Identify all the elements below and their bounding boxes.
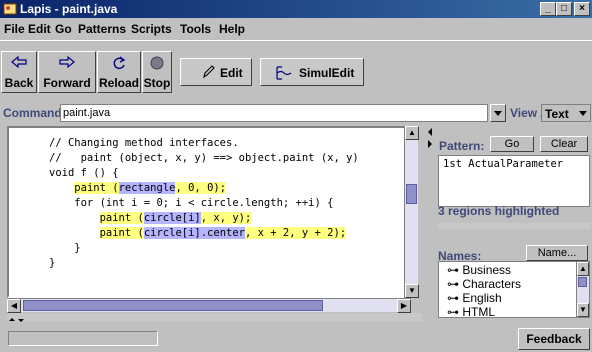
reload-icon <box>113 56 126 70</box>
pattern-input[interactable]: 1st ActualParameter <box>438 155 590 207</box>
code-line: } <box>49 242 81 254</box>
document-view[interactable]: // Changing method interfaces. // paint (… <box>7 126 417 298</box>
menu-help[interactable]: Help <box>219 22 245 36</box>
progress-bar <box>8 331 158 346</box>
chevron-down-icon <box>494 111 502 116</box>
regions-status: 3 regions highlighted <box>438 204 560 218</box>
matched-parameter: circle[i] <box>143 212 201 224</box>
edit-label: Edit <box>220 66 243 80</box>
code-line: paint (circle[i].center, x + 2, y + 2); <box>49 226 359 241</box>
menu-patterns[interactable]: Patterns <box>78 22 126 36</box>
document-vertical-scrollbar[interactable]: ▲ ▼ <box>404 126 419 298</box>
command-history-dropdown[interactable] <box>490 104 506 122</box>
code-line: for (int i = 0; i < circle.length; ++i) … <box>49 197 334 209</box>
names-scrollbar[interactable]: ▲ ▼ <box>576 262 589 317</box>
code-line: // paint (object, x, y) ==> object.paint… <box>49 152 359 164</box>
splitter-arrows-icon <box>428 128 432 148</box>
scroll-up-button[interactable]: ▲ <box>405 126 419 140</box>
simuledit-icon <box>276 66 292 80</box>
app-icon <box>3 3 17 15</box>
code-line: // Changing method interfaces. <box>49 137 239 149</box>
scroll-thumb[interactable] <box>578 277 587 287</box>
tree-node-icon: ⊶ <box>447 263 463 277</box>
pattern-label: Pattern: <box>439 139 485 153</box>
menu-go[interactable]: Go <box>55 22 72 36</box>
code-line: void f () { <box>49 167 119 179</box>
tree-node-icon: ⊶ <box>447 291 463 305</box>
minimize-button[interactable]: _ <box>540 2 556 16</box>
scroll-down-button[interactable]: ▼ <box>405 284 419 298</box>
back-button[interactable]: Back <box>1 51 37 93</box>
scroll-right-button[interactable]: ▶ <box>397 299 411 313</box>
code-text: // Changing method interfaces. // paint (… <box>49 136 359 271</box>
list-item[interactable]: ⊶ HTML <box>447 305 495 318</box>
command-label: Command: <box>3 106 66 120</box>
toolbar: Back Forward Reload Stop Edit SimulEdit <box>0 40 592 100</box>
pane-divider[interactable] <box>438 223 590 229</box>
scroll-down-button[interactable]: ▼ <box>577 303 589 317</box>
highlighted-region: paint (circle[i].center, x + 2, y + 2); <box>99 227 347 239</box>
status-bar: Feedback <box>0 327 592 352</box>
edit-button[interactable]: Edit <box>180 58 252 86</box>
view-as-select[interactable]: Text <box>541 104 591 122</box>
forward-button[interactable]: Forward <box>38 51 96 93</box>
pencil-icon <box>203 65 215 79</box>
name-button[interactable]: Name... <box>526 245 588 261</box>
vertical-splitter[interactable] <box>426 126 434 326</box>
menu-scripts[interactable]: Scripts <box>131 22 172 36</box>
highlighted-region: paint (circle[i], x, y); <box>99 212 252 224</box>
matched-parameter: rectangle <box>118 182 176 194</box>
forward-arrow-icon <box>59 55 75 69</box>
tree-node-icon: ⊶ <box>447 305 463 318</box>
chevron-down-icon <box>579 111 587 116</box>
stop-button[interactable]: Stop <box>142 51 172 93</box>
list-item[interactable]: ⊶ Business <box>447 263 511 277</box>
maximize-button[interactable]: □ <box>556 2 572 16</box>
reload-button[interactable]: Reload <box>97 51 141 93</box>
split-divider[interactable] <box>7 313 422 322</box>
feedback-button[interactable]: Feedback <box>518 328 590 350</box>
stop-label: Stop <box>143 76 171 90</box>
names-list[interactable]: ⊶ Business ⊶ Characters ⊶ English ⊶ HTML… <box>438 261 590 318</box>
forward-label: Forward <box>43 76 91 90</box>
menu-tools[interactable]: Tools <box>180 22 211 36</box>
menu-file[interactable]: File <box>4 22 25 36</box>
divider-arrows-icon <box>9 318 24 322</box>
command-bar: Command: paint.java View As: Text <box>0 102 592 124</box>
back-arrow-icon <box>11 55 27 69</box>
simuledit-label: SimulEdit <box>299 66 355 80</box>
scroll-left-button[interactable]: ◀ <box>7 299 21 313</box>
code-line: paint (rectangle, 0, 0); <box>49 181 359 196</box>
highlighted-region: paint (rectangle, 0, 0); <box>74 182 227 194</box>
scroll-thumb[interactable] <box>406 184 417 204</box>
view-as-value: Text <box>545 107 569 121</box>
go-button[interactable]: Go <box>490 136 534 152</box>
code-line: paint (circle[i], x, y); <box>49 211 359 226</box>
reload-label: Reload <box>98 76 139 90</box>
scroll-up-button[interactable]: ▲ <box>577 262 589 276</box>
window-title: Lapis - paint.java <box>20 2 118 16</box>
tree-node-icon: ⊶ <box>447 277 463 291</box>
simuledit-button[interactable]: SimulEdit <box>260 58 364 86</box>
clear-button[interactable]: Clear <box>540 136 588 152</box>
title-bar: Lapis - paint.java _ □ × <box>0 0 592 18</box>
stop-icon <box>150 56 164 70</box>
document-horizontal-scrollbar[interactable]: ◀ ▶ <box>7 298 411 313</box>
horizontal-scroll-thumb[interactable] <box>23 300 323 311</box>
list-item[interactable]: ⊶ English <box>447 291 502 305</box>
menu-bar: File Edit Go Patterns Scripts Tools Help <box>0 19 592 39</box>
matched-parameter: circle[i].center <box>143 227 245 239</box>
command-input[interactable]: paint.java <box>60 104 488 122</box>
close-button[interactable]: × <box>574 2 590 16</box>
pattern-pane: Pattern: Go Clear 1st ActualParameter 3 … <box>434 126 592 326</box>
back-label: Back <box>4 76 34 90</box>
list-item[interactable]: ⊶ Characters <box>447 277 521 291</box>
menu-edit[interactable]: Edit <box>28 22 51 36</box>
code-line: } <box>49 257 56 269</box>
